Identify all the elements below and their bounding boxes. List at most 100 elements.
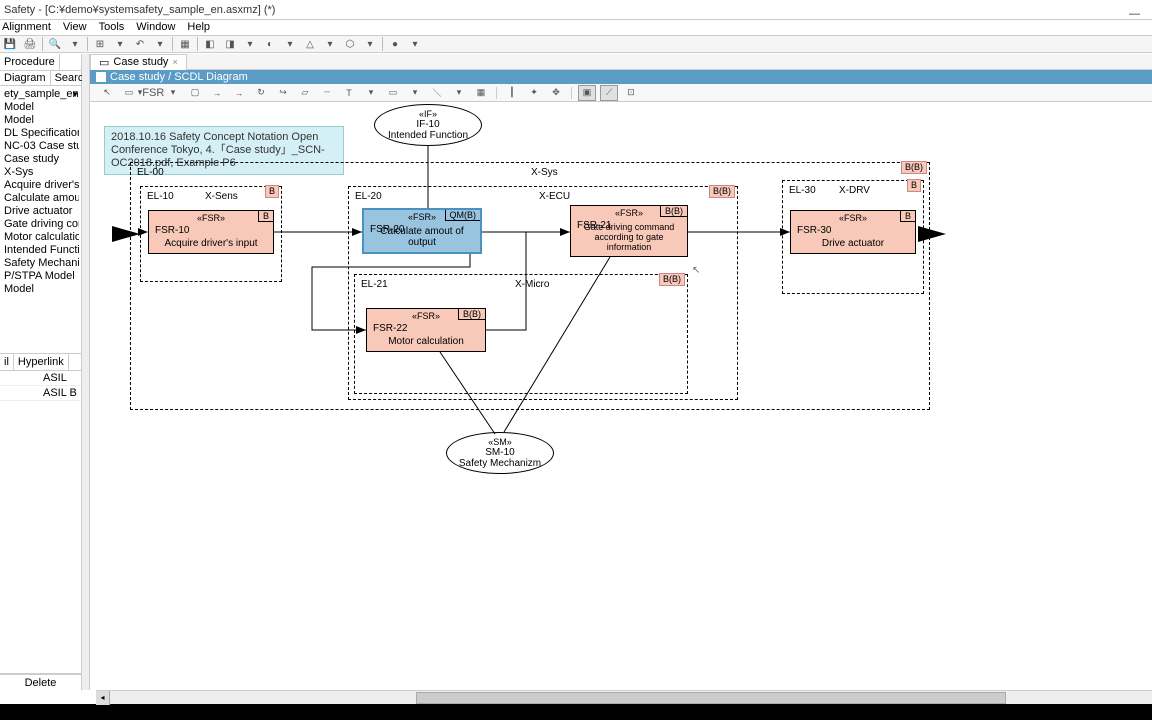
note-icon[interactable]: ▱ bbox=[296, 85, 314, 101]
dash-line-icon[interactable]: ┄ bbox=[318, 85, 336, 101]
sm-node[interactable]: «SM» SM-10 Safety Mechanizm bbox=[446, 432, 554, 474]
fsr-30-box[interactable]: «FSR» B FSR-30 Drive actuator bbox=[790, 210, 916, 254]
model-tree[interactable]: ▼ ety_sample_en Model Model DL Specifica… bbox=[0, 86, 81, 354]
diagram-canvas[interactable]: 2018.10.16 Safety Concept Notation Open … bbox=[90, 102, 1152, 690]
arrow-right2-icon[interactable]: → bbox=[230, 85, 248, 101]
dropdown-icon[interactable]: ▾ bbox=[112, 36, 128, 52]
tree-item[interactable]: Model bbox=[2, 283, 79, 296]
fsr-tool[interactable]: ▾FSR bbox=[142, 85, 160, 101]
move-icon[interactable]: ✥ bbox=[547, 85, 565, 101]
save-icon[interactable]: 💾 bbox=[2, 36, 18, 52]
menu-tools[interactable]: Tools bbox=[99, 20, 125, 35]
grid-icon[interactable]: ⊞ bbox=[92, 36, 108, 52]
tool-i-icon[interactable]: ▾ bbox=[362, 36, 378, 52]
pointer-tool-icon[interactable]: ↖ bbox=[98, 85, 116, 101]
refresh-icon[interactable]: ↻ bbox=[252, 85, 270, 101]
props-tab-hyperlink[interactable]: Hyperlink bbox=[14, 354, 69, 370]
drop2-icon[interactable]: ▾ bbox=[362, 85, 380, 101]
tree-item[interactable]: X-Sys bbox=[2, 166, 79, 179]
fsr-22-box[interactable]: «FSR» B(B) FSR-22 Motor calculation bbox=[366, 308, 486, 352]
tree-item[interactable]: Drive actuator bbox=[2, 205, 79, 218]
text-tool-icon[interactable]: T bbox=[340, 85, 358, 101]
properties-grid[interactable]: ASIL ASIL B bbox=[0, 371, 81, 673]
scroll-thumb[interactable] bbox=[416, 692, 1006, 704]
print-icon[interactable]: 🖨 bbox=[22, 36, 38, 52]
collapse-icon[interactable]: ◂ bbox=[96, 691, 110, 705]
arrowhead-icon bbox=[138, 228, 148, 236]
horizontal-scrollbar[interactable]: ◂ bbox=[96, 690, 1152, 704]
tab-diagram[interactable]: Diagram bbox=[0, 71, 51, 85]
fsr-21-box[interactable]: «FSR» B(B) FSR-21 Gate driving command a… bbox=[570, 205, 688, 257]
tree-item[interactable]: Intended Function bbox=[2, 244, 79, 257]
if-node[interactable]: «IF» IF-10 Intended Function bbox=[374, 104, 482, 146]
badge: B(B) bbox=[458, 309, 485, 320]
arrowhead-icon bbox=[356, 326, 366, 334]
plus-icon[interactable]: ✦ bbox=[525, 85, 543, 101]
tree-item[interactable]: Model bbox=[2, 114, 79, 127]
box-tool-icon[interactable]: ▢ bbox=[186, 85, 204, 101]
tool-a-icon[interactable]: ◧ bbox=[202, 36, 218, 52]
tree-item[interactable]: Calculate amout of o bbox=[2, 192, 79, 205]
tool-j-icon[interactable]: ▾ bbox=[407, 36, 423, 52]
tree-dropdown-icon[interactable]: ▼ bbox=[71, 88, 79, 101]
badge: B bbox=[265, 185, 279, 198]
arrow-right-icon[interactable]: → bbox=[208, 85, 226, 101]
tree-item[interactable]: Model bbox=[2, 101, 79, 114]
redo-icon[interactable]: ▾ bbox=[152, 36, 168, 52]
input-arrow-icon bbox=[112, 226, 140, 242]
badge: B bbox=[900, 211, 915, 222]
drop3-icon[interactable]: ▾ bbox=[406, 85, 424, 101]
fsr-10-box[interactable]: «FSR» B FSR-10 Acquire driver's input bbox=[148, 210, 274, 254]
close-tab-icon[interactable]: × bbox=[172, 57, 177, 67]
drop-icon[interactable]: ▾ bbox=[164, 85, 182, 101]
tool-g-icon[interactable]: ▾ bbox=[322, 36, 338, 52]
splitter-handle[interactable] bbox=[82, 54, 90, 690]
undo-icon[interactable]: ↶ bbox=[132, 36, 148, 52]
tool-f-icon[interactable]: △ bbox=[302, 36, 318, 52]
props-tab-1[interactable]: il bbox=[0, 354, 14, 370]
vbar-icon[interactable]: ┃ bbox=[503, 85, 521, 101]
doc-tab-case-study[interactable]: ▭ Case study × bbox=[90, 54, 187, 70]
badge: B(B) bbox=[709, 185, 735, 198]
badge: B(B) bbox=[901, 161, 927, 174]
tool-d-icon[interactable]: ◐ bbox=[262, 36, 278, 52]
mode-c-icon[interactable]: ⊡ bbox=[622, 85, 640, 101]
tree-item[interactable]: Motor calculation bbox=[2, 231, 79, 244]
prop-value[interactable]: ASIL B bbox=[40, 386, 81, 400]
tool-b-icon[interactable]: ◨ bbox=[222, 36, 238, 52]
menu-alignment[interactable]: Alignment bbox=[2, 20, 51, 35]
tool-h-icon[interactable]: ⬡ bbox=[342, 36, 358, 52]
tab-procedure[interactable]: Procedure bbox=[0, 54, 60, 70]
badge: B bbox=[907, 179, 921, 192]
line-tool-icon[interactable]: ＼ bbox=[428, 85, 446, 101]
tree-item[interactable]: Acquire driver's input bbox=[2, 179, 79, 192]
menu-window[interactable]: Window bbox=[136, 20, 175, 35]
tree-item[interactable]: NC-03 Case study bbox=[2, 140, 79, 153]
mode-b-icon[interactable]: ⟋ bbox=[600, 85, 618, 101]
delete-button[interactable]: Delete bbox=[25, 677, 57, 689]
menu-view[interactable]: View bbox=[63, 20, 87, 35]
tree-item[interactable]: P/STPA Model bbox=[2, 270, 79, 283]
tool-dot-icon[interactable]: ● bbox=[387, 36, 403, 52]
zoom-dropdown-icon[interactable]: ▾ bbox=[67, 36, 83, 52]
fsr-20-box[interactable]: «FSR» QM(B) FSR-20 Calculate amout of ou… bbox=[362, 208, 482, 254]
prop-value[interactable]: ASIL bbox=[40, 371, 81, 385]
tool-c-icon[interactable]: ▾ bbox=[242, 36, 258, 52]
redo2-icon[interactable]: ↪ bbox=[274, 85, 292, 101]
menu-help[interactable]: Help bbox=[187, 20, 210, 35]
image-tool-icon[interactable]: ▦ bbox=[472, 85, 490, 101]
select-tool-icon[interactable]: ▭ bbox=[120, 85, 138, 101]
mode-a-icon[interactable]: ▣ bbox=[578, 85, 596, 101]
tree-item[interactable]: Gate driving comman bbox=[2, 218, 79, 231]
document-tabs: ▭ Case study × bbox=[90, 54, 1152, 70]
tree-item[interactable]: Safety Mechanizm bbox=[2, 257, 79, 270]
tree-item[interactable]: ety_sample_en bbox=[2, 88, 79, 101]
rect-tool-icon[interactable]: ▭ bbox=[384, 85, 402, 101]
tree-item[interactable]: DL Specification bbox=[2, 127, 79, 140]
tool-e-icon[interactable]: ▾ bbox=[282, 36, 298, 52]
minimize-button[interactable]: — bbox=[1129, 4, 1140, 24]
align-icon[interactable]: ▦ bbox=[177, 36, 193, 52]
zoom-icon[interactable]: 🔍 bbox=[47, 36, 63, 52]
tree-item[interactable]: Case study bbox=[2, 153, 79, 166]
drop4-icon[interactable]: ▾ bbox=[450, 85, 468, 101]
